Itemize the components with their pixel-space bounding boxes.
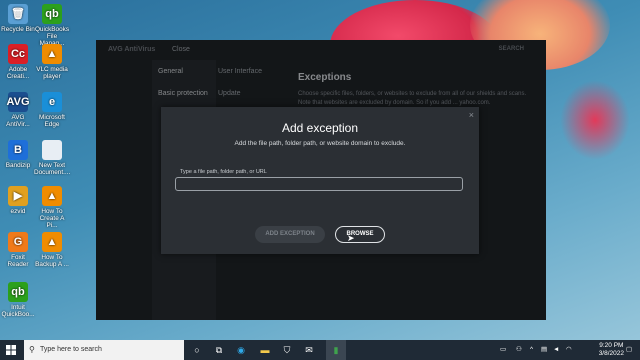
desktop-icon[interactable]: B Bandizip xyxy=(0,140,36,169)
edge-taskbar-icon[interactable]: ◉ xyxy=(234,343,248,357)
app-shortcut-icon: AVG xyxy=(6,92,30,112)
app-shortcut-icon: Cc xyxy=(8,44,28,64)
taskbar-clock[interactable]: 9:20 PM 3/8/2022 xyxy=(599,342,624,358)
notification-up-icon[interactable]: ^ xyxy=(530,340,533,360)
desktop-icon[interactable]: ▲ How To Create A Pi... xyxy=(34,186,70,229)
search-icon: ⚲ xyxy=(29,345,35,354)
app-shortcut-icon: qb xyxy=(42,4,62,24)
desktop-icon-label: AVG AntiVir... xyxy=(6,114,30,128)
dialog-subtitle: Add the file path, folder path, or websi… xyxy=(234,140,406,147)
close-icon[interactable]: × xyxy=(469,110,474,120)
app-shortcut-icon: ▲ xyxy=(42,232,62,252)
desktop-icon-label: Bandizip xyxy=(5,162,31,169)
action-center-icon[interactable]: ▢ xyxy=(626,340,632,360)
desktop-icon-label: Adobe Creati... xyxy=(6,66,30,80)
windows-logo-icon xyxy=(6,345,16,355)
taskbar: ⚲ Type here to search ○ ⧉ ◉ ▬ ⛉ ✉ ▮ ▭ ⚇ … xyxy=(0,340,640,360)
desktop-icon-label: Intuit QuickBoo... xyxy=(1,304,35,318)
desktop-icon[interactable]: AVG AVG AntiVir... xyxy=(0,92,36,128)
desktop-icon-label: Foxit Reader xyxy=(7,254,29,268)
people-icon[interactable]: ⚇ xyxy=(516,340,522,360)
desktop-icon-label: VLC media player xyxy=(36,66,68,80)
app-shortcut-icon: B xyxy=(8,140,28,160)
store-icon[interactable]: ⛉ xyxy=(280,343,294,357)
start-button[interactable] xyxy=(0,340,22,360)
dialog-title: Add exception xyxy=(281,121,359,135)
desktop-icon[interactable]: 🗑 Recycle Bin xyxy=(0,4,36,33)
desktop-icon[interactable]: e Microsoft Edge xyxy=(34,92,70,128)
app-shortcut-icon: qb xyxy=(8,282,28,302)
desktop-icon[interactable]: G Foxit Reader xyxy=(0,232,36,268)
add-exception-dialog: × Add exception Add the file path, folde… xyxy=(161,107,479,254)
mouse-cursor-icon: ➤ xyxy=(347,233,355,243)
clock-date: 3/8/2022 xyxy=(598,350,624,357)
desktop-icon-label: Recycle Bin xyxy=(1,26,35,33)
app-shortcut-icon: ▶ xyxy=(8,186,28,206)
clock-time: 9:20 PM xyxy=(599,342,624,349)
cortana-icon[interactable]: ○ xyxy=(190,343,204,357)
task-view-icon[interactable]: ⧉ xyxy=(212,343,226,357)
desktop-icon-label: Microsoft Edge xyxy=(39,114,65,128)
desktop-icon-label: How To Backup A ... xyxy=(35,254,69,268)
search-placeholder: Type here to search xyxy=(40,346,102,353)
desktop-icon[interactable]: ▶ ezvid xyxy=(0,186,36,215)
mail-icon[interactable]: ✉ xyxy=(302,343,316,357)
desktop-icon[interactable]: ▲ How To Backup A ... xyxy=(34,232,70,268)
avg-taskbar-icon[interactable]: ▮ xyxy=(329,343,343,357)
app-shortcut-icon: e xyxy=(42,92,62,112)
desktop-icon[interactable]: qb Intuit QuickBoo... xyxy=(0,282,36,318)
app-shortcut-icon: ▲ xyxy=(42,44,62,64)
wallpaper-flower-petal xyxy=(560,80,630,160)
desktop-icon[interactable]: New Text Document.... xyxy=(34,140,70,176)
wifi-icon[interactable]: ◠ xyxy=(566,340,572,360)
file-explorer-icon[interactable]: ▬ xyxy=(258,343,272,357)
desktop-icon-label: How To Create A Pi... xyxy=(39,208,65,229)
desktop-icon[interactable]: qbQuickBooks File Manag... xyxy=(34,4,70,47)
path-input[interactable] xyxy=(175,177,463,191)
chat-icon[interactable]: ▭ xyxy=(500,340,506,360)
volume-icon[interactable]: ◄ xyxy=(553,340,559,360)
app-shortcut-icon: ▲ xyxy=(42,186,62,206)
desktop-icon[interactable]: Cc Adobe Creati... xyxy=(0,44,36,80)
app-shortcut-icon: G xyxy=(8,232,28,252)
app-shortcut-icon: 🗑 xyxy=(8,4,28,24)
taskbar-search-box[interactable]: ⚲ Type here to search xyxy=(24,340,184,360)
path-field-label: Type a file path, folder path, or URL xyxy=(180,169,267,175)
network-icon[interactable]: ▤ xyxy=(541,340,547,360)
browse-button[interactable]: BROWSE xyxy=(335,226,385,243)
add-exception-button[interactable]: ADD EXCEPTION xyxy=(255,226,325,243)
desktop-icon[interactable]: ▲ VLC media player xyxy=(34,44,70,80)
app-shortcut-icon xyxy=(42,140,62,160)
desktop-icon-label: New Text Document.... xyxy=(34,162,71,176)
desktop-icon-label: ezvid xyxy=(10,208,26,215)
